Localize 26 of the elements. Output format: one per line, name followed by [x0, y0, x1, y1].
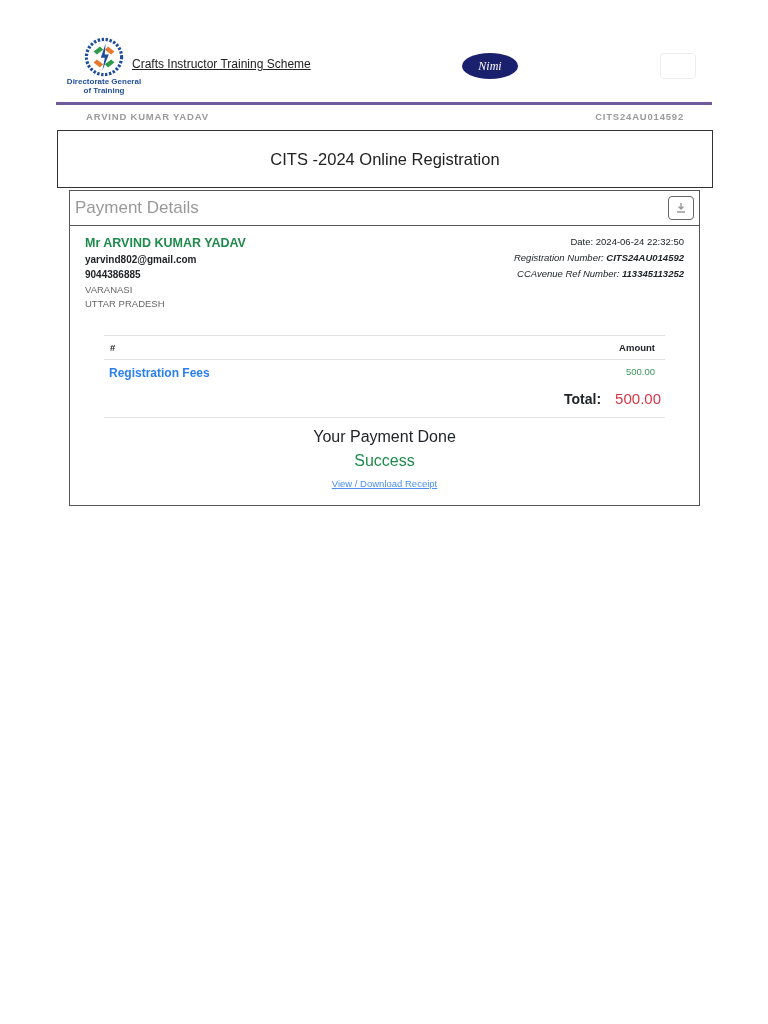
download-button[interactable] — [668, 196, 694, 220]
address-line: UTTAR PRADESH — [85, 298, 166, 309]
registration-id: CITS24AU014592 — [595, 111, 684, 122]
site-title-link[interactable]: Crafts Instructor Training Scheme — [132, 57, 462, 71]
column-header: Amount — [619, 342, 655, 353]
customer-email: yarvind802@gmail.com — [85, 254, 198, 265]
logo-caption: Directorate General of Training — [65, 77, 143, 95]
payment-meta: CCAvenue Ref Number: 113345113252 — [516, 268, 684, 279]
total-label: Total: — [564, 390, 602, 407]
payment-meta: Registration Number: CITS24AU014592 — [513, 252, 684, 263]
partner-logo: Nimi — [462, 53, 518, 79]
user-name: ARVIND KUMAR YADAV — [86, 111, 209, 122]
status-heading: Your Payment Done — [313, 428, 456, 446]
panel-title: Payment Details — [75, 198, 199, 218]
column-header: # — [110, 342, 116, 353]
address-line: VARANASI — [85, 284, 134, 295]
download-icon — [675, 202, 687, 214]
total-value: 500.00 — [615, 390, 661, 407]
fee-item: Registration Fees — [109, 366, 210, 380]
emblem-icon — [84, 37, 124, 77]
customer-phone: 9044386885 — [85, 269, 142, 280]
customer-name: Mr ARVIND KUMAR YADAV — [85, 236, 246, 250]
status-text: Success — [354, 452, 415, 470]
fee-amount: 500.00 — [625, 366, 655, 379]
page-title: CITS -2024 Online Registration — [57, 130, 713, 188]
payment-meta: Date: 2024-06-24 22:32:50 — [569, 236, 684, 247]
